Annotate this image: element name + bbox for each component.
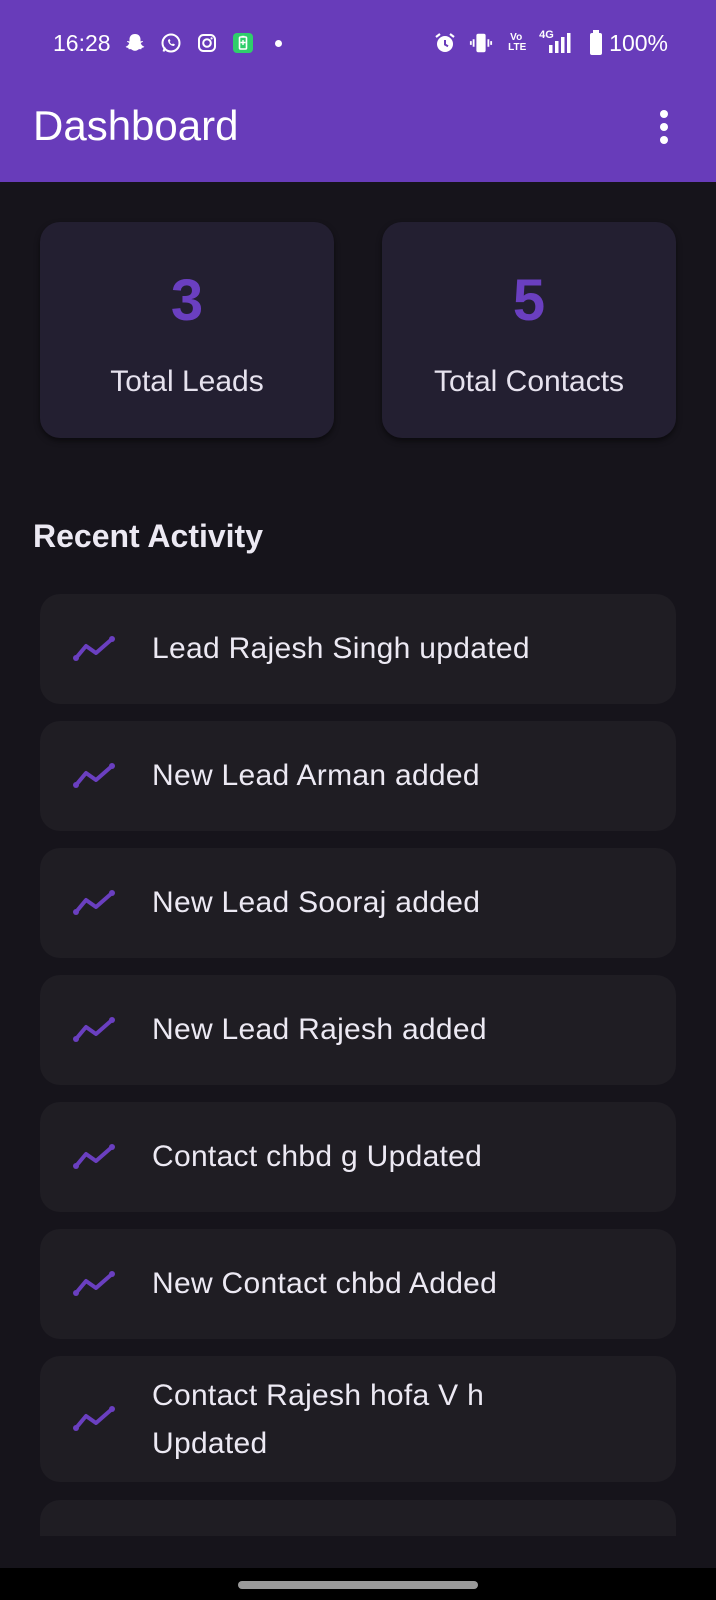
status-bar: 16:28 Vo LTE 4G 100% [0, 18, 716, 68]
top-app-bar: 16:28 Vo LTE 4G 100% Dashboard [0, 0, 716, 182]
stat-card-total-leads[interactable]: 3 Total Leads [40, 222, 334, 438]
trending-up-icon [72, 761, 118, 791]
stat-label: Total Leads [110, 365, 264, 398]
activity-item[interactable]: New Contact chbd Added [40, 1229, 676, 1339]
activity-item[interactable]: New Lead Sooraj added [40, 848, 676, 958]
recent-activity-heading: Recent Activity [33, 518, 263, 554]
alarm-icon [433, 31, 457, 55]
activity-text: New Lead Rajesh added [152, 1013, 487, 1046]
activity-item[interactable]: New Lead Rajesh added [40, 975, 676, 1085]
activity-item[interactable]: Lead Rajesh Singh updated [40, 594, 676, 704]
more-vert-icon[interactable] [646, 102, 682, 152]
trending-up-icon [72, 1015, 118, 1045]
battery-saver-icon [231, 31, 255, 55]
instagram-icon [195, 31, 219, 55]
whatsapp-icon [159, 31, 183, 55]
activity-item[interactable]: New Lead Arman added [40, 721, 676, 831]
status-bar-right: Vo LTE 4G 100% [433, 29, 668, 57]
stats-row: 3 Total Leads 5 Total Contacts [40, 222, 676, 438]
activity-item[interactable]: Contact chbd g Updated [40, 1102, 676, 1212]
gesture-handle[interactable] [238, 1581, 478, 1589]
activity-list[interactable]: Lead Rajesh Singh updated New Lead Arman… [40, 594, 676, 1536]
activity-item[interactable]: Contact Rajesh hofa V h Updated [40, 1356, 676, 1482]
volte-icon: Vo LTE [505, 31, 527, 55]
battery-icon [589, 30, 603, 55]
menu-dot [660, 136, 668, 144]
app-bar: Dashboard [0, 92, 716, 162]
activity-item[interactable] [40, 1500, 676, 1536]
stat-value: 3 [170, 268, 204, 333]
activity-text: Lead Rajesh Singh updated [152, 632, 530, 665]
system-nav-bar [0, 1568, 716, 1600]
stat-value: 5 [512, 268, 546, 333]
trending-up-icon [72, 1269, 118, 1299]
trending-up-icon [72, 888, 118, 918]
notification-dot-icon [267, 31, 291, 55]
activity-text: New Lead Arman added [152, 759, 480, 792]
page-title: Dashboard [33, 102, 239, 149]
trending-up-icon [72, 1404, 118, 1434]
activity-text: Contact chbd g Updated [152, 1140, 483, 1173]
status-time: 16:28 [53, 29, 111, 56]
activity-text: New Lead Sooraj added [152, 886, 481, 919]
menu-dot [660, 110, 668, 118]
vibrate-icon [469, 31, 493, 55]
stat-label: Total Contacts [433, 365, 625, 398]
status-bar-left: 16:28 [53, 30, 291, 57]
activity-text: New Contact chbd Added [152, 1267, 498, 1300]
trending-up-icon [72, 634, 118, 664]
snapchat-icon [123, 31, 147, 55]
trending-up-icon [72, 1142, 118, 1172]
stat-card-total-contacts[interactable]: 5 Total Contacts [382, 222, 676, 438]
signal-4g-icon: 4G [539, 29, 577, 55]
battery-percentage: 100% [609, 29, 668, 56]
volte-label: Vo LTE [508, 32, 527, 53]
menu-dot [660, 123, 668, 131]
activity-text: Contact Rajesh hofa V h Updated [152, 1379, 485, 1460]
